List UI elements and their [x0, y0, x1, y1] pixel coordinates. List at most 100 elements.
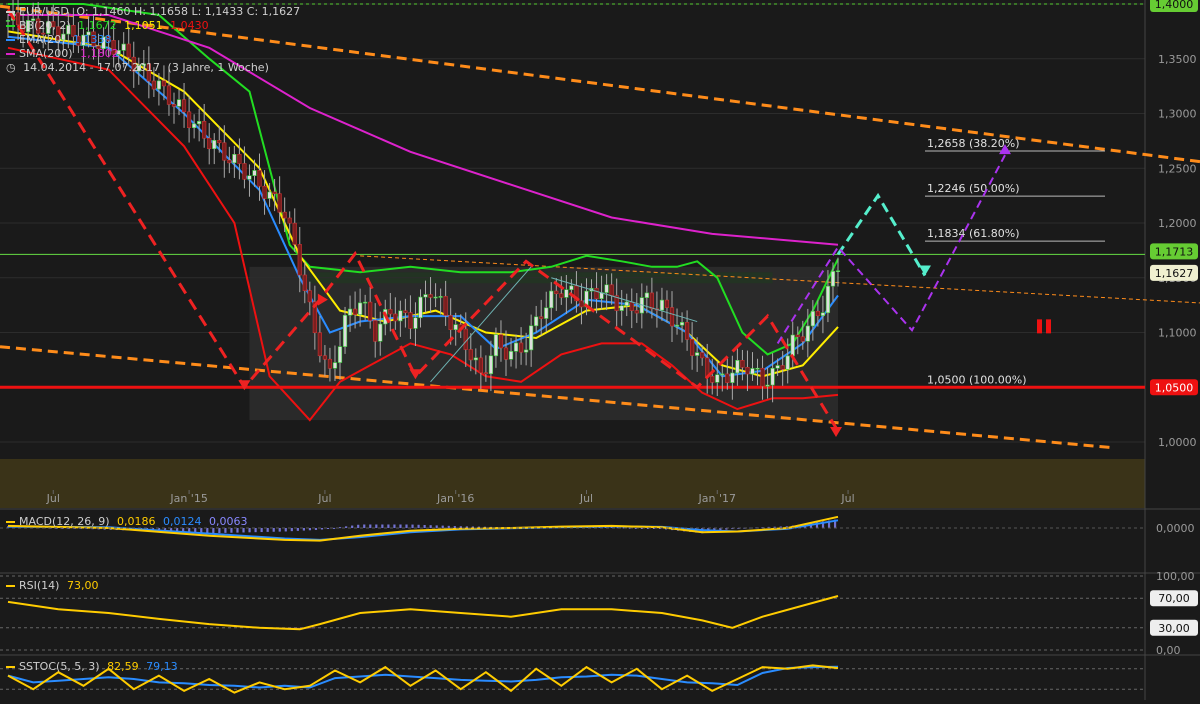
y-tick-label: 1,3000 [1158, 108, 1197, 121]
candle-body [549, 290, 554, 309]
macd-histogram-bar [332, 527, 336, 529]
price-tag-label: 1,1713 [1155, 245, 1194, 258]
candle-body [368, 301, 373, 321]
macd-histogram-bar [308, 528, 312, 531]
candle-body [805, 325, 810, 342]
legend-sma: SMA(200) 1,1802 [6, 47, 304, 61]
candle-body [765, 384, 770, 387]
candle-body [634, 310, 639, 314]
candle-body [197, 121, 202, 125]
candle-body [337, 346, 343, 363]
sstoc-label: SSTOC(5, 5, 3) [19, 660, 100, 673]
candle-body [267, 191, 272, 199]
period-note: (3 Jahre, 1 Woche) [167, 61, 269, 74]
candle-body [227, 159, 232, 164]
candle-body [166, 85, 172, 105]
candle-body [388, 309, 393, 315]
macd-histogram-bar [387, 524, 390, 528]
macd-histogram-bar [351, 525, 354, 528]
candle-body [478, 357, 483, 374]
candle-body [569, 285, 574, 290]
ohlc-label: O: 1,1460 H: 1,1658 L: 1,1433 C: 1,1627 [76, 5, 301, 18]
candle-body [529, 325, 534, 351]
candle-body [403, 310, 408, 313]
rsi-level-label: 30,00 [1158, 622, 1190, 635]
candle-body [212, 139, 217, 150]
bb-label: BB(20, 2) [19, 19, 71, 32]
macd-value-1: 0,0186 [117, 515, 156, 528]
candle-body [192, 123, 197, 129]
macd-histogram-bar [266, 528, 269, 532]
candle-body [327, 358, 333, 369]
candle-body [186, 111, 192, 129]
macd-histogram-bar [375, 524, 378, 528]
price-tag-label: 1,0500 [1155, 381, 1194, 394]
symbol-label: EUR/USD [19, 5, 69, 18]
candle-body [644, 292, 649, 298]
candle-body [232, 154, 237, 164]
chart-svg: 1,40001,35001,30001,25001,20001,15001,10… [0, 0, 1200, 700]
candle-body [579, 300, 584, 308]
candle-body [463, 328, 468, 350]
candle-body [453, 324, 458, 331]
candle-body [835, 270, 841, 272]
candle-body [820, 312, 826, 316]
candle-body [624, 301, 629, 307]
macd-histogram-bar [399, 524, 402, 528]
candle-body [725, 373, 730, 383]
candle-body [830, 271, 836, 287]
candle-body [332, 362, 338, 369]
macd-histogram-bar [260, 528, 263, 533]
candle-body [176, 99, 182, 107]
macd-histogram-bar [296, 528, 299, 531]
candle-body [513, 342, 519, 352]
candle-body [287, 217, 292, 224]
candle-body [156, 80, 162, 90]
y-tick-label: 1,2000 [1158, 217, 1197, 230]
candle-body [740, 359, 745, 368]
candle-body [202, 121, 207, 139]
candle-body [679, 322, 685, 326]
candle-body [347, 308, 353, 316]
period-range: 14.04.2014 - 17.07.2017 [23, 61, 161, 74]
candle-body [483, 372, 488, 375]
macd-histogram-bar [423, 524, 426, 528]
candle-body [468, 349, 473, 361]
candle-body [669, 307, 675, 327]
bb-mid-value: 1,1051 [124, 19, 163, 32]
macd-histogram-bar [405, 524, 408, 528]
candle-body [272, 191, 277, 194]
candle-body [664, 299, 670, 308]
candle-body [363, 301, 368, 304]
macd-histogram-bar [435, 525, 438, 528]
rsi-value: 73,00 [66, 579, 99, 592]
macd-histogram-bar [290, 528, 293, 532]
candle-body [518, 342, 524, 353]
sma-value: 1,1802 [80, 47, 119, 60]
candle-body [171, 104, 177, 107]
legend-ema: EMA(20) 1,1338 [6, 33, 304, 47]
pause-mark [1046, 319, 1051, 334]
candle-body [720, 373, 725, 376]
macd-histogram-bar [417, 524, 420, 528]
candle-body [413, 317, 418, 329]
y-tick-label: 1,2500 [1158, 162, 1197, 175]
candle-body [282, 211, 287, 219]
candle-body [317, 332, 322, 357]
candle-body [373, 320, 378, 342]
rsi-y-tick: 0,00 [1156, 644, 1181, 657]
candle-body [237, 154, 242, 164]
macd-histogram-bar [357, 524, 360, 528]
candle-body [619, 305, 624, 311]
candle-body [629, 301, 634, 311]
candle-body [252, 170, 257, 176]
candle-body [423, 294, 428, 298]
candle-body [745, 366, 750, 375]
bb-upper-value: 1,1672 [78, 19, 117, 32]
rsi-label: RSI(14) [19, 579, 60, 592]
candle-body [222, 142, 227, 161]
candle-body [418, 296, 423, 319]
candle-body [810, 310, 815, 327]
y-tick-label: 1,1000 [1158, 327, 1197, 340]
candle-body [730, 372, 735, 383]
